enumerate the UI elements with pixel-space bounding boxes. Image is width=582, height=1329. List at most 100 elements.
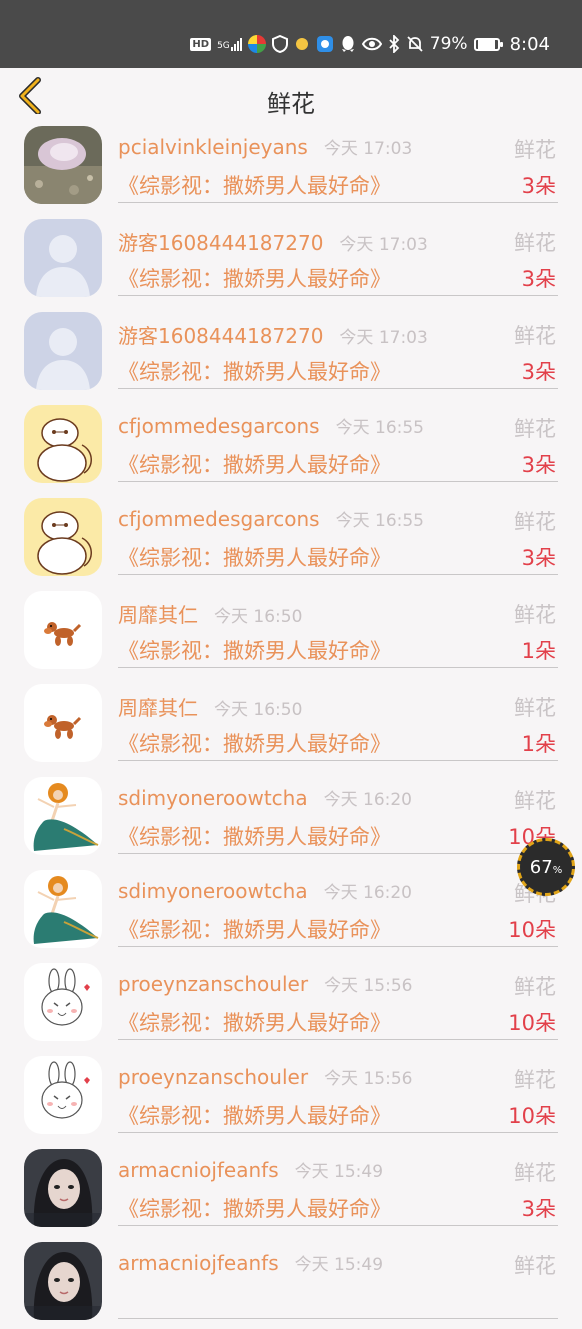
list-item[interactable]: cfjommedesgarcons 今天 16:55 鲜花 《综影视：撒娇男人最好…	[0, 399, 582, 492]
avatar[interactable]	[24, 684, 102, 762]
divider	[118, 667, 558, 668]
book-title[interactable]: 《综影视：撒娇男人最好命》	[118, 1007, 391, 1037]
list-item[interactable]: armacniojfeanfs 今天 15:49 鲜花	[0, 1236, 582, 1329]
user-name[interactable]: proeynzanschouler	[118, 972, 308, 996]
avatar[interactable]	[24, 405, 102, 483]
book-title[interactable]: 《综影视：撒娇男人最好命》	[118, 170, 391, 200]
divider	[118, 574, 558, 575]
timestamp: 今天 16:50	[214, 607, 303, 627]
list-item[interactable]: 游客1608444187270 今天 17:03 鲜花 《综影视：撒娇男人最好命》…	[0, 306, 582, 399]
user-name[interactable]: armacniojfeanfs	[118, 1158, 279, 1182]
avatar[interactable]	[24, 870, 102, 948]
timestamp: 今天 16:55	[335, 511, 424, 531]
battery-percent: 79%	[429, 34, 468, 54]
user-name[interactable]: sdimyoneroowtcha	[118, 786, 308, 810]
divider	[118, 853, 558, 854]
user-name-line: proeynzanschouler 今天 15:56	[118, 1064, 412, 1089]
timestamp: 今天 15:49	[294, 1162, 384, 1182]
list-item[interactable]: proeynzanschouler 今天 15:56 鲜花 《综影视：撒娇男人最好…	[0, 957, 582, 1050]
book-title[interactable]: 《综影视：撒娇男人最好命》	[118, 542, 391, 572]
book-title[interactable]: 《综影视：撒娇男人最好命》	[118, 1193, 391, 1223]
user-name[interactable]: armacniojfeanfs	[118, 1251, 279, 1275]
list-item[interactable]: sdimyoneroowtcha今天 16:20 鲜花 《综影视：撒娇男人最好命…	[0, 771, 582, 864]
flower-count: 3朵	[521, 546, 556, 570]
divider	[118, 760, 558, 761]
user-name[interactable]: pcialvinkleinjeyans	[118, 135, 308, 159]
user-name[interactable]: 周靡其仁	[118, 603, 198, 627]
book-title[interactable]: 《综影视：撒娇男人最好命》	[118, 356, 391, 386]
shield-icon	[271, 35, 288, 53]
avatar[interactable]	[24, 591, 102, 669]
avatar[interactable]	[24, 219, 102, 297]
user-name[interactable]: 游客1608444187270	[118, 231, 323, 255]
book-title[interactable]: 《综影视：撒娇男人最好命》	[118, 1100, 391, 1130]
gift-type: 鲜花	[514, 975, 556, 999]
list-item[interactable]: 周靡其仁 今天 16:50 鲜花 《综影视：撒娇男人最好命》 1朵	[0, 585, 582, 678]
user-name[interactable]: sdimyoneroowtcha	[118, 879, 308, 903]
divider	[118, 946, 558, 947]
mute-bell-icon	[406, 35, 424, 53]
status-time: 8:04	[509, 33, 550, 55]
floating-progress-badge[interactable]: 67%	[517, 838, 575, 896]
app-blue-icon	[316, 35, 334, 53]
timestamp: 今天 16:50	[214, 700, 303, 720]
timestamp: 今天 16:20	[323, 883, 412, 903]
list-item[interactable]: 周靡其仁 今天 16:50 鲜花 《综影视：撒娇男人最好命》 1朵	[0, 678, 582, 771]
book-title[interactable]: 《综影视：撒娇男人最好命》	[118, 728, 391, 758]
gift-type: 鲜花	[514, 138, 556, 162]
user-name[interactable]: cfjommedesgarcons	[118, 414, 320, 438]
list-item[interactable]: pcialvinkleinjeyans 今天 17:03 鲜花 《综影视：撒娇男人…	[0, 120, 582, 213]
user-name-line: 游客1608444187270 今天 17:03	[118, 227, 428, 256]
gift-type: 鲜花	[514, 510, 556, 534]
flower-count: 3朵	[521, 1197, 556, 1221]
timestamp: 今天 16:55	[335, 418, 424, 438]
book-title[interactable]: 《综影视：撒娇男人最好命》	[118, 821, 391, 851]
header: 鲜花	[0, 68, 582, 120]
list-item[interactable]: armacniojfeanfs 今天 15:49 鲜花 《综影视：撒娇男人最好命》…	[0, 1143, 582, 1236]
book-title[interactable]: 《综影视：撒娇男人最好命》	[118, 914, 391, 944]
divider	[118, 202, 558, 203]
status-bar: HD 5G 79% 8:04	[0, 0, 582, 68]
list-item[interactable]: sdimyoneroowtcha今天 16:20 鲜花 《综影视：撒娇男人最好命…	[0, 864, 582, 957]
user-name-line: armacniojfeanfs 今天 15:49	[118, 1250, 383, 1275]
user-name[interactable]: proeynzanschouler	[118, 1065, 308, 1089]
user-name-line: pcialvinkleinjeyans 今天 17:03	[118, 134, 412, 159]
avatar[interactable]	[24, 963, 102, 1041]
avatar[interactable]	[24, 126, 102, 204]
user-name-line: cfjommedesgarcons 今天 16:55	[118, 413, 424, 438]
avatar[interactable]	[24, 498, 102, 576]
avatar[interactable]	[24, 312, 102, 390]
flower-count: 3朵	[521, 453, 556, 477]
timestamp: 今天 15:49	[294, 1255, 384, 1275]
flower-count: 1朵	[521, 732, 556, 756]
eye-icon	[361, 37, 382, 51]
avatar[interactable]	[24, 1242, 102, 1320]
hd-icon: HD	[190, 37, 212, 51]
signal-icon: 5G	[217, 37, 242, 51]
timestamp: 今天 17:03	[339, 235, 428, 255]
book-title[interactable]: 《综影视：撒娇男人最好命》	[118, 449, 391, 479]
user-name[interactable]: cfjommedesgarcons	[118, 507, 320, 531]
list-item[interactable]: cfjommedesgarcons 今天 16:55 鲜花 《综影视：撒娇男人最好…	[0, 492, 582, 585]
book-title[interactable]: 《综影视：撒娇男人最好命》	[118, 635, 391, 665]
flower-count: 10朵	[508, 918, 556, 942]
flower-count: 10朵	[508, 1104, 556, 1128]
page-title: 鲜花	[267, 90, 315, 118]
user-name[interactable]: 周靡其仁	[118, 696, 198, 720]
avatar[interactable]	[24, 1149, 102, 1227]
battery-icon	[473, 37, 503, 51]
list-item[interactable]: proeynzanschouler 今天 15:56 鲜花 《综影视：撒娇男人最好…	[0, 1050, 582, 1143]
book-title[interactable]: 《综影视：撒娇男人最好命》	[118, 263, 391, 293]
avatar[interactable]	[24, 777, 102, 855]
app-icon	[247, 35, 266, 53]
list-item[interactable]: 游客1608444187270 今天 17:03 鲜花 《综影视：撒娇男人最好命》…	[0, 213, 582, 306]
user-name[interactable]: 游客1608444187270	[118, 324, 323, 348]
timestamp: 今天 15:56	[324, 1069, 413, 1089]
gift-type: 鲜花	[514, 1068, 556, 1092]
timestamp: 今天 16:20	[323, 790, 412, 810]
avatar[interactable]	[24, 1056, 102, 1134]
flower-count: 10朵	[508, 1011, 556, 1035]
divider	[118, 481, 558, 482]
divider	[118, 1225, 558, 1226]
divider	[118, 1318, 558, 1319]
